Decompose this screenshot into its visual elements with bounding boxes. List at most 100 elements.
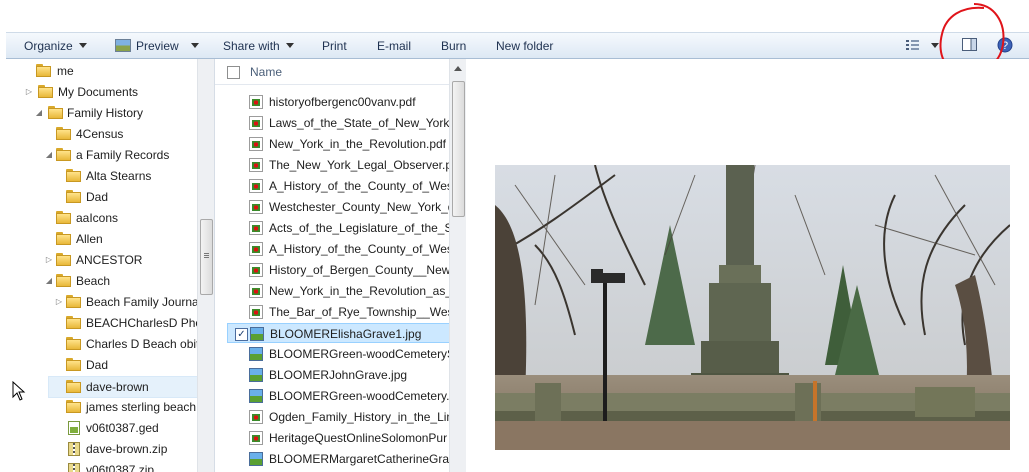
nav-item-family-history[interactable]: ◢ Family History	[32, 103, 202, 123]
pdf-file-icon	[249, 305, 263, 319]
expand-arrow-icon[interactable]: ▷	[54, 292, 64, 312]
row-checkbox[interactable]: ✓	[235, 328, 248, 341]
pdf-file-icon	[249, 158, 263, 172]
column-header-name[interactable]: Name	[250, 65, 282, 79]
cemetery-photo-preview	[495, 165, 1010, 450]
file-row[interactable]: HeritageQuestOnlineSolomonPur	[227, 428, 450, 448]
print-button[interactable]: Print	[322, 38, 347, 54]
nav-label: dave-brown	[86, 380, 149, 394]
file-row[interactable]: The_New_York_Legal_Observer.pd	[227, 155, 450, 175]
folder-icon	[66, 295, 81, 308]
email-button[interactable]: E-mail	[377, 38, 411, 54]
nav-label: Family History	[67, 106, 144, 120]
file-name: Acts_of_the_Legislature_of_the_Sta	[269, 221, 450, 235]
file-row[interactable]: Laws_of_the_State_of_New_York.p	[227, 113, 450, 133]
file-row[interactable]: BLOOMERGreen-woodCemetery.j	[227, 386, 450, 406]
nav-label: ANCESTOR	[76, 253, 143, 267]
collapse-arrow-icon[interactable]: ◢	[44, 271, 54, 291]
file-name: HeritageQuestOnlineSolomonPur	[269, 431, 448, 445]
zip-file-icon	[68, 463, 80, 472]
collapse-arrow-icon[interactable]: ◢	[34, 103, 44, 123]
nav-item-james-sterling-beach[interactable]: james sterling beach	[52, 397, 202, 417]
folder-icon	[66, 316, 81, 329]
nav-item-dad[interactable]: Dad	[52, 187, 202, 207]
navigation-scrollbar[interactable]	[197, 59, 214, 472]
nav-label: 4Census	[76, 127, 124, 141]
file-name: BLOOMERGreen-woodCemeteryS	[269, 347, 450, 361]
file-row[interactable]: historyofbergenc00vanv.pdf	[227, 92, 450, 112]
file-name: New_York_in_the_Revolution.pdf	[269, 137, 447, 151]
share-with-label: Share with	[223, 39, 280, 53]
file-row[interactable]: Acts_of_the_Legislature_of_the_Sta	[227, 218, 450, 238]
nav-item-zip-file[interactable]: v06t0387.zip	[52, 460, 202, 472]
file-name: historyofbergenc00vanv.pdf	[269, 95, 416, 109]
nav-item-dad-2[interactable]: Dad	[52, 355, 202, 375]
file-list-scrollbar[interactable]	[449, 59, 466, 472]
nav-item-dave-brown-zip[interactable]: dave-brown.zip	[52, 439, 202, 459]
navigation-scrollbar-thumb[interactable]	[200, 219, 213, 295]
new-folder-button[interactable]: New folder	[496, 38, 553, 54]
nav-item-beach-family-journal[interactable]: ▷ Beach Family Journa	[52, 292, 202, 312]
nav-item-dave-brown[interactable]: dave-brown	[48, 376, 200, 398]
nav-item-a-family-records[interactable]: ◢ a Family Records	[42, 145, 202, 165]
collapse-arrow-icon[interactable]: ◢	[44, 145, 54, 165]
file-row[interactable]: A_History_of_the_County_of_West	[227, 176, 450, 196]
share-with-button[interactable]: Share with	[223, 38, 294, 54]
nav-item-allen[interactable]: Allen	[42, 229, 202, 249]
folder-icon	[56, 211, 71, 224]
pdf-file-icon	[249, 263, 263, 277]
nav-item-alta-stearns[interactable]: Alta Stearns	[52, 166, 202, 186]
pdf-file-icon	[249, 179, 263, 193]
nav-item-me[interactable]: me	[32, 61, 202, 81]
pdf-file-icon	[249, 95, 263, 109]
jpg-file-icon	[250, 327, 264, 341]
jpg-file-icon	[249, 452, 263, 466]
scroll-up-icon[interactable]	[454, 66, 462, 71]
file-row[interactable]: The_Bar_of_Rye_Township__Westc	[227, 302, 450, 322]
file-row[interactable]: BLOOMERMargaretCatherineGrav	[227, 449, 450, 469]
folder-icon	[56, 148, 71, 161]
nav-item-ged-file[interactable]: v06t0387.ged	[52, 418, 202, 438]
nav-item-aaicons[interactable]: aaIcons	[42, 208, 202, 228]
zip-file-icon	[68, 442, 80, 456]
organize-button[interactable]: Organize	[24, 38, 87, 54]
nav-item-charles-d-beach-obit[interactable]: Charles D Beach obit	[52, 334, 202, 354]
file-row[interactable]: History_of_Bergen_County__New_	[227, 260, 450, 280]
file-row[interactable]: Ogden_Family_History_in_the_Line	[227, 407, 450, 427]
file-row[interactable]: BLOOMERJohnGrave.jpg	[227, 365, 450, 385]
expand-arrow-icon[interactable]: ▷	[24, 82, 34, 102]
pdf-file-icon	[249, 431, 263, 445]
folder-icon	[66, 337, 81, 350]
preview-pane	[467, 59, 1029, 472]
nav-label: Alta Stearns	[86, 169, 152, 183]
file-name: The_Bar_of_Rye_Township__Westc	[269, 305, 450, 319]
nav-label: aaIcons	[76, 211, 119, 225]
change-view-button[interactable]	[905, 38, 939, 54]
file-row[interactable]: A_History_of_the_County_of_West	[227, 239, 450, 259]
file-row[interactable]: New_York_in_the_Revolution_as_C	[227, 281, 450, 301]
nav-item-4census[interactable]: 4Census	[42, 124, 202, 144]
burn-button[interactable]: Burn	[441, 38, 466, 54]
chevron-down-icon	[285, 43, 294, 48]
jpg-file-icon	[249, 389, 263, 403]
nav-item-ancestor[interactable]: ▷ ANCESTOR	[42, 250, 202, 270]
nav-label: Charles D Beach obit	[86, 337, 200, 351]
file-name: BLOOMERJohnGrave.jpg	[269, 368, 408, 382]
file-row[interactable]: Westchester_County_New_York_d	[227, 197, 450, 217]
navigation-pane: me ▷ My Documents ◢ Family History 4Cens…	[6, 59, 215, 472]
chevron-down-icon	[78, 43, 87, 48]
folder-icon	[48, 106, 63, 119]
file-row[interactable]: BLOOMERGreen-woodCemeteryS	[227, 344, 450, 364]
select-all-checkbox[interactable]	[227, 66, 240, 79]
file-row[interactable]: ✓ BLOOMERElishaGrave1.jpg	[227, 323, 450, 343]
file-row[interactable]: New_York_in_the_Revolution.pdf	[227, 134, 450, 154]
nav-item-beachcharlesd-photos[interactable]: BEACHCharlesD Pho	[52, 313, 202, 333]
preview-button[interactable]: Preview	[115, 38, 199, 54]
nav-label: me	[57, 64, 74, 78]
expand-arrow-icon[interactable]: ▷	[44, 250, 54, 270]
nav-item-my-documents[interactable]: ▷ My Documents	[22, 82, 202, 102]
pdf-file-icon	[249, 242, 263, 256]
pdf-file-icon	[249, 137, 263, 151]
file-list-scrollbar-thumb[interactable]	[452, 81, 465, 217]
nav-item-beach[interactable]: ◢ Beach	[42, 271, 202, 291]
